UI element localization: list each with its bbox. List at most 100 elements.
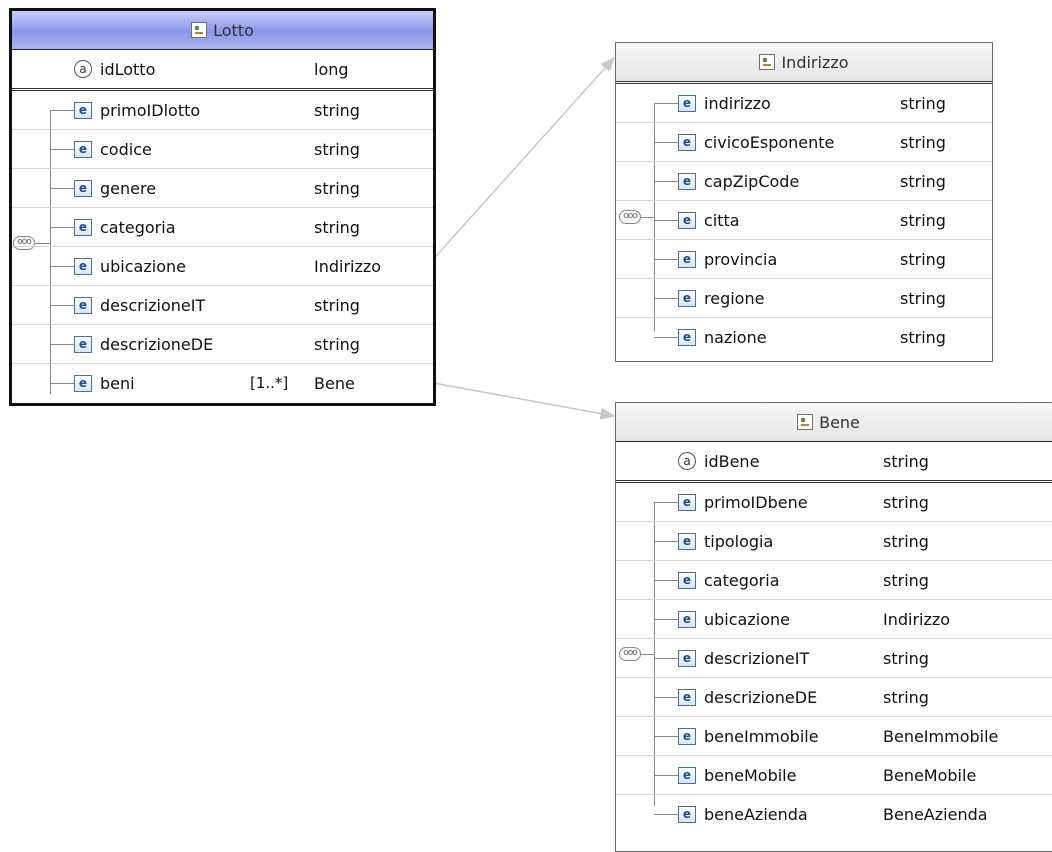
- element-row-descrizioneIT[interactable]: e descrizioneIT string: [616, 639, 1052, 678]
- element-type: string: [900, 93, 946, 113]
- element-icon: e: [678, 493, 696, 511]
- element-row-civicoEsponente[interactable]: e civicoEsponente string: [616, 123, 992, 162]
- element-row-beneMobile[interactable]: e beneMobile BeneMobile: [616, 756, 1052, 795]
- element-type: Indirizzo: [314, 256, 382, 276]
- bene-attribute-row[interactable]: a idBene string: [616, 442, 1052, 483]
- element-icon: e: [678, 571, 696, 589]
- attribute-name: idLotto: [100, 59, 156, 79]
- element-type: BeneMobile: [883, 765, 977, 785]
- element-row-beneImmobile[interactable]: e beneImmobile BeneImmobile: [616, 717, 1052, 756]
- element-row-descrizioneDE[interactable]: e descrizioneDE string: [12, 325, 433, 364]
- element-row-provincia[interactable]: e provincia string: [616, 240, 992, 279]
- element-type: Bene: [314, 373, 355, 393]
- element-icon: e: [678, 211, 696, 229]
- complex-type-icon: [191, 22, 208, 38]
- element-icon: e: [678, 805, 696, 823]
- tree-branch: [654, 774, 678, 776]
- element-type: string: [900, 210, 946, 230]
- element-row-ubicazione[interactable]: e ubicazione Indirizzo: [12, 247, 433, 286]
- element-row-categoria[interactable]: e categoria string: [616, 561, 1052, 600]
- element-name: primoIDbene: [704, 492, 808, 512]
- tree-branch: [654, 258, 678, 260]
- element-row-nazione[interactable]: e nazione string: [616, 318, 992, 356]
- element-row-categoria[interactable]: e categoria string: [12, 208, 433, 247]
- tree-branch: [50, 382, 74, 384]
- bene-box[interactable]: Bene a idBene string ooo e primoIDbene str…: [615, 402, 1052, 852]
- element-name: genere: [100, 178, 157, 198]
- element-icon: e: [678, 133, 696, 151]
- element-icon: e: [678, 328, 696, 346]
- element-row-beni[interactable]: e beni [1..*] Bene: [12, 364, 433, 402]
- element-name: ubicazione: [100, 256, 186, 276]
- element-row-citta[interactable]: e citta string: [616, 201, 992, 240]
- element-name: categoria: [100, 217, 176, 237]
- element-type: string: [883, 570, 929, 590]
- element-icon: e: [74, 218, 92, 236]
- complex-type-icon: [797, 414, 814, 430]
- indirizzo-title: Indirizzo: [781, 52, 849, 72]
- tree-branch: [654, 735, 678, 737]
- element-row-descrizioneDE[interactable]: e descrizioneDE string: [616, 678, 1052, 717]
- tree-branch: [654, 696, 678, 698]
- bene-title-bar[interactable]: Bene: [616, 403, 1052, 442]
- indirizzo-title-bar[interactable]: Indirizzo: [616, 43, 992, 84]
- element-name: beni: [100, 373, 135, 393]
- element-row-codice[interactable]: e codice string: [12, 130, 433, 169]
- element-row-genere[interactable]: e genere string: [12, 169, 433, 208]
- element-row-regione[interactable]: e regione string: [616, 279, 992, 318]
- element-type: string: [883, 648, 929, 668]
- element-multiplicity: [1..*]: [250, 374, 289, 392]
- element-icon: e: [74, 374, 92, 392]
- attribute-name: idBene: [704, 451, 760, 471]
- element-icon: e: [678, 94, 696, 112]
- element-name: capZipCode: [704, 171, 800, 191]
- tree-branch: [50, 265, 74, 267]
- element-icon: e: [678, 727, 696, 745]
- attribute-type: long: [314, 59, 349, 79]
- element-name: descrizioneIT: [100, 295, 206, 315]
- element-row-ubicazione[interactable]: e ubicazione Indirizzo: [616, 600, 1052, 639]
- element-type: Indirizzo: [883, 609, 951, 629]
- element-icon: e: [74, 101, 92, 119]
- tree-branch: [654, 618, 678, 620]
- element-type: string: [314, 334, 360, 354]
- element-name: beneAzienda: [704, 804, 808, 824]
- lotto-attribute-row[interactable]: a idLotto long: [12, 50, 433, 91]
- element-type: string: [314, 100, 360, 120]
- element-icon: e: [678, 649, 696, 667]
- element-row-indirizzo[interactable]: e indirizzo string: [616, 84, 992, 123]
- element-row-descrizioneIT[interactable]: e descrizioneIT string: [12, 286, 433, 325]
- tree-branch: [654, 657, 678, 659]
- lotto-box[interactable]: Lotto a idLotto long ooo e primoIDlotto st…: [9, 8, 436, 406]
- element-type: string: [900, 288, 946, 308]
- element-icon: e: [678, 532, 696, 550]
- element-icon: e: [678, 766, 696, 784]
- bene-elements: ooo e primoIDbene string e tipologia string e c…: [616, 483, 1052, 833]
- element-row-tipologia[interactable]: e tipologia string: [616, 522, 1052, 561]
- tree-branch: [654, 813, 678, 815]
- element-row-primoIDbene[interactable]: e primoIDbene string: [616, 483, 1052, 522]
- element-row-primoIDlotto[interactable]: e primoIDlotto string: [12, 91, 433, 130]
- element-type: string: [900, 171, 946, 191]
- complex-type-icon: [759, 54, 776, 70]
- element-row-beneAzienda[interactable]: e beneAzienda BeneAzienda: [616, 795, 1052, 833]
- element-row-capZipCode[interactable]: e capZipCode string: [616, 162, 992, 201]
- element-name: regione: [704, 288, 765, 308]
- element-icon: e: [74, 257, 92, 275]
- tree-branch: [50, 304, 74, 306]
- element-name: indirizzo: [704, 93, 771, 113]
- element-name: beneImmobile: [704, 726, 819, 746]
- lotto-title-bar[interactable]: Lotto: [12, 11, 433, 50]
- element-type: string: [314, 217, 360, 237]
- element-name: beneMobile: [704, 765, 797, 785]
- tree-branch: [654, 501, 678, 503]
- element-icon: e: [678, 250, 696, 268]
- tree-branch: [654, 540, 678, 542]
- element-name: descrizioneDE: [704, 687, 818, 707]
- tree-branch: [50, 343, 74, 345]
- attribute-icon: a: [678, 452, 696, 470]
- indirizzo-box[interactable]: Indirizzo ooo e indirizzo string e civicoEsp…: [615, 42, 993, 362]
- element-icon: e: [678, 172, 696, 190]
- link-ubicazione-indirizzo: [427, 56, 616, 266]
- element-name: descrizioneIT: [704, 648, 810, 668]
